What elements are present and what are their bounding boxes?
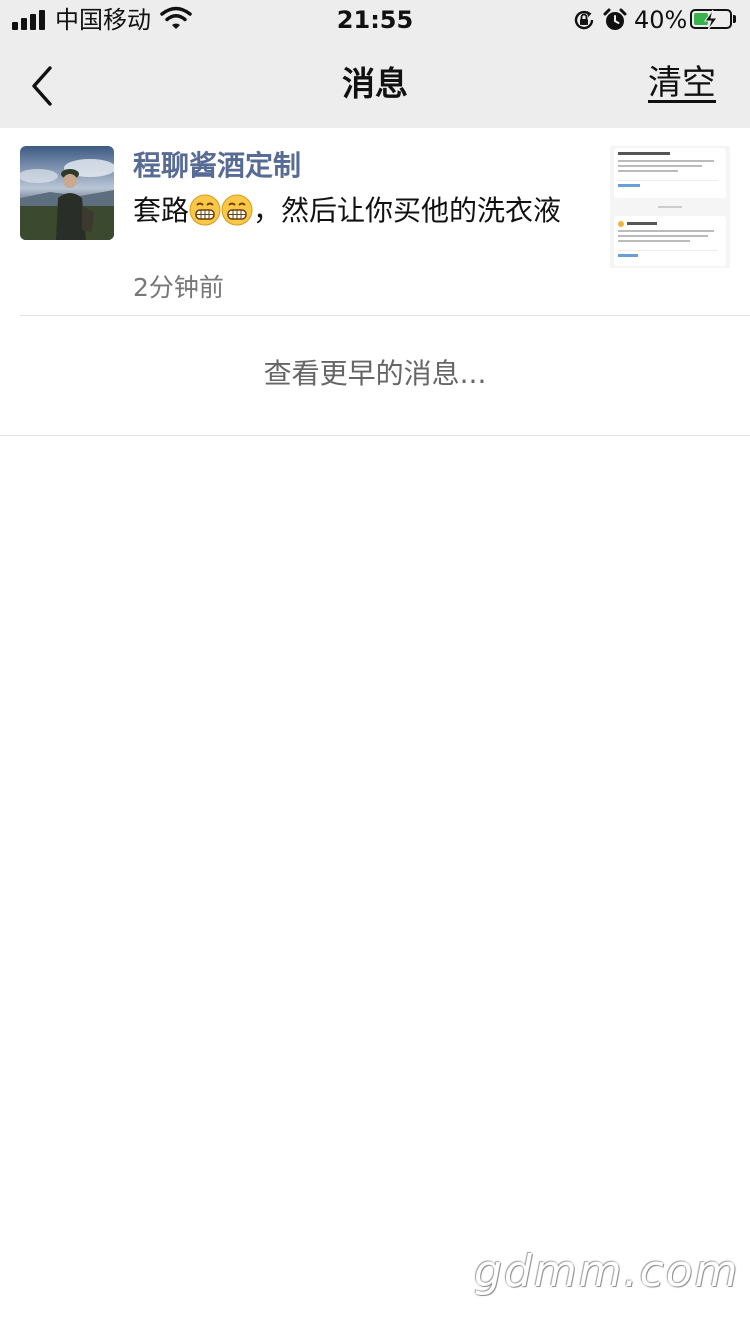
message-text-before: 套路	[133, 194, 190, 227]
chat-screenshot-thumbnail[interactable]	[610, 146, 730, 268]
battery-charging-icon	[690, 9, 732, 31]
page-title: 消息	[342, 64, 408, 103]
alarm-icon	[603, 8, 627, 30]
battery-percent: 40%	[634, 6, 688, 34]
avatar-photo	[20, 146, 114, 240]
avatar[interactable]	[20, 146, 114, 240]
message-time: 2分钟前	[133, 273, 224, 302]
charging-bolt-icon	[704, 9, 718, 31]
grin-emoji-icon	[189, 194, 221, 226]
battery-nub	[733, 15, 736, 23]
watermark: gdmm.com	[474, 1246, 740, 1297]
message-text-after: ，然后让你买他的洗衣液	[253, 194, 562, 227]
thumbnail-image	[610, 146, 730, 268]
divider	[0, 435, 750, 436]
sender-name: 程聊酱酒定制	[133, 149, 302, 182]
nav-bar: 消息 清空	[0, 40, 750, 128]
message-list-item[interactable]: 程聊酱酒定制 套路 ，然后让你买他的洗衣液 2分钟前	[0, 128, 750, 316]
grin-emoji-icon	[221, 194, 253, 226]
clear-button[interactable]: 清空	[648, 62, 716, 104]
message-text: 套路 ，然后让你买他的洗衣液	[133, 192, 578, 230]
status-bar: 中国移动 21:55 40%	[0, 0, 750, 40]
orientation-lock-icon	[574, 10, 594, 30]
view-earlier-messages-button[interactable]: 查看更早的消息...	[0, 316, 750, 436]
view-earlier-messages-label: 查看更早的消息...	[263, 357, 487, 390]
